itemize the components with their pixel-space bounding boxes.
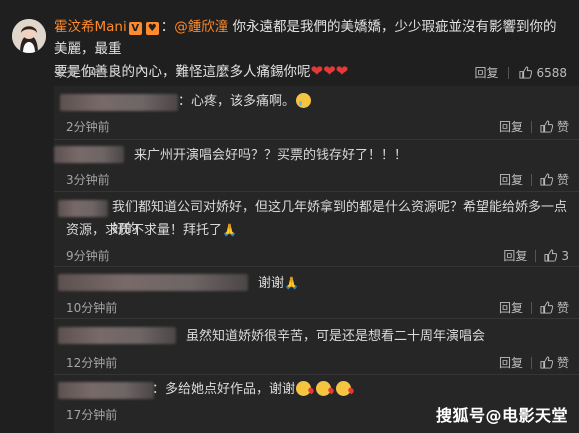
divider bbox=[508, 66, 510, 79]
watermark: 搜狐号@电影天堂 bbox=[436, 406, 569, 425]
like-button[interactable]: 赞 bbox=[540, 171, 569, 188]
reply-text-line2: 资源，求质不求量！拜托了🙏 bbox=[66, 223, 237, 238]
reply-time: 17分钟前 bbox=[66, 408, 118, 422]
list-item: 谢谢🙏 10分钟前 回复 赞 bbox=[54, 267, 579, 319]
reply-actions: 回复 3 bbox=[503, 247, 569, 264]
reply-time: 3分钟前 bbox=[66, 173, 110, 187]
blurred-username bbox=[58, 382, 154, 399]
reply-button[interactable]: 回复 bbox=[503, 247, 527, 264]
kiss-emoji-icon bbox=[296, 381, 312, 396]
reply-text: 虽然知道娇娇很辛苦，可是还是想看二十周年演唱会 bbox=[186, 329, 486, 344]
reply-text: ：心疼，该多痛啊。 bbox=[178, 91, 312, 113]
post-actions: 回复 6588 bbox=[474, 64, 567, 81]
post-time: 今天 14:13 bbox=[54, 66, 117, 80]
like-button[interactable]: 赞 bbox=[540, 118, 569, 135]
thumb-up-icon bbox=[540, 356, 553, 369]
kiss-emoji-icon bbox=[336, 381, 352, 396]
divider bbox=[530, 120, 532, 133]
reply-button[interactable]: 回复 bbox=[499, 299, 523, 316]
divider bbox=[530, 356, 532, 369]
kiss-emoji-icon bbox=[316, 381, 332, 396]
crying-emoji-icon bbox=[296, 93, 312, 108]
reply-button[interactable]: 回复 bbox=[499, 171, 523, 188]
reply-time: 10分钟前 bbox=[66, 301, 118, 315]
thumb-up-icon bbox=[544, 249, 558, 262]
thumb-up-icon bbox=[540, 173, 553, 186]
mention-link[interactable]: @鍾欣潼 bbox=[174, 19, 228, 35]
blurred-username bbox=[58, 200, 108, 217]
reply-text: 谢谢🙏 bbox=[258, 276, 299, 291]
thumb-up-icon bbox=[540, 301, 553, 314]
reply-actions: 回复 赞 bbox=[499, 354, 569, 371]
post-like-button[interactable]: 6588 bbox=[519, 66, 567, 80]
reply-time: 9分钟前 bbox=[66, 249, 110, 263]
blurred-username bbox=[58, 327, 176, 344]
like-button[interactable]: 赞 bbox=[540, 354, 569, 371]
like-count: 3 bbox=[561, 248, 569, 263]
thumb-up-icon bbox=[540, 120, 553, 133]
reply-actions: 回复 赞 bbox=[499, 171, 569, 188]
post-username[interactable]: 霍汶希Mani bbox=[54, 19, 127, 35]
heart-icons: ❤❤❤ bbox=[310, 62, 349, 80]
divider bbox=[530, 301, 532, 314]
blurred-username bbox=[60, 94, 178, 111]
list-item: 虽然知道娇娇很辛苦，可是还是想看二十周年演唱会 12分钟前 回复 赞 bbox=[54, 319, 579, 375]
reply-button[interactable]: 回复 bbox=[499, 354, 523, 371]
divider bbox=[535, 249, 537, 262]
thumb-up-icon bbox=[519, 66, 533, 79]
divider bbox=[530, 173, 532, 186]
reply-button[interactable]: 回复 bbox=[499, 118, 523, 135]
reply-time: 2分钟前 bbox=[66, 120, 110, 134]
pray-icon: 🙏 bbox=[222, 223, 237, 237]
like-button[interactable]: 赞 bbox=[540, 299, 569, 316]
reply-time: 12分钟前 bbox=[66, 356, 118, 370]
list-item: ：心疼，该多痛啊。 2分钟前 回复 赞 bbox=[54, 86, 579, 140]
blurred-username bbox=[54, 146, 124, 163]
like-button[interactable]: 3 bbox=[544, 249, 569, 263]
reply-panel: ：心疼，该多痛啊。 2分钟前 回复 赞 来广州开演唱会好吗？？买票的钱存好了！！… bbox=[54, 86, 579, 433]
reply-text: 来广州开演唱会好吗？？买票的钱存好了！！！ bbox=[134, 148, 408, 163]
fan-badge-icon: ♥ bbox=[145, 22, 159, 35]
reply-actions: 回复 赞 bbox=[499, 299, 569, 316]
pray-icon: 🙏 bbox=[284, 276, 299, 290]
post-like-count: 6588 bbox=[536, 65, 567, 80]
avatar[interactable] bbox=[12, 19, 46, 53]
reply-text: ：多给她点好作品，谢谢 bbox=[152, 379, 352, 401]
post-reply-button[interactable]: 回复 bbox=[474, 64, 498, 81]
blurred-username bbox=[58, 274, 248, 291]
list-item: 我们都知道公司对娇好，但这几年娇拿到的都是什么资源呢？希望能给娇多一点好的 资源… bbox=[54, 192, 579, 267]
reply-actions: 回复 赞 bbox=[499, 118, 569, 135]
list-item: 来广州开演唱会好吗？？买票的钱存好了！！！ 3分钟前 回复 赞 bbox=[54, 140, 579, 192]
verified-icon: V bbox=[128, 22, 142, 35]
